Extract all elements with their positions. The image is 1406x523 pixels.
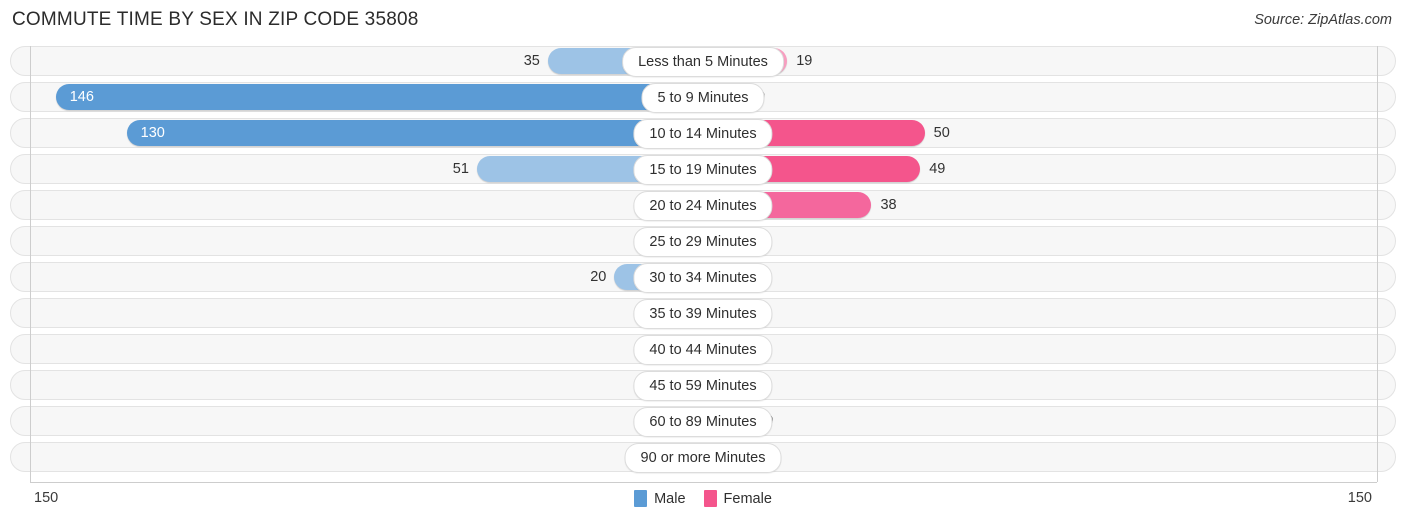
category-label: 25 to 29 Minutes xyxy=(633,227,773,257)
female-value-label: 49 xyxy=(929,161,946,177)
male-value-label: 51 xyxy=(452,161,469,177)
category-label: 35 to 39 Minutes xyxy=(633,299,773,329)
page-title: COMMUTE TIME BY SEX IN ZIP CODE 35808 xyxy=(12,9,419,30)
category-label: Less than 5 Minutes xyxy=(622,47,784,77)
female-value-label: 38 xyxy=(880,197,897,213)
bar-row: 0090 or more Minutes xyxy=(0,442,1406,473)
male-value-label: 130 xyxy=(140,125,165,141)
bar-row: 35 19 Less than 5 Minutes xyxy=(0,46,1406,77)
legend-swatch-male-icon xyxy=(634,490,648,507)
bar-row: 51 49 15 to 19 Minutes xyxy=(0,154,1406,185)
category-label: 40 to 44 Minutes xyxy=(633,335,773,365)
bar-row: 0040 to 44 Minutes xyxy=(0,334,1406,365)
bar-row-list: 35 19 Less than 5 Minutes 14605 to 9 Minute… xyxy=(0,46,1406,478)
category-label: 20 to 24 Minutes xyxy=(633,191,773,221)
male-bar[interactable] xyxy=(55,84,703,110)
bar-row: 14605 to 9 Minutes xyxy=(0,82,1406,113)
chart-header: COMMUTE TIME BY SEX IN ZIP CODE 35808 So… xyxy=(0,0,1406,40)
axis-line-right xyxy=(1377,46,1378,482)
bar-row: 130 50 10 to 14 Minutes xyxy=(0,118,1406,149)
plot-area: 35 19 Less than 5 Minutes 14605 to 9 Minute… xyxy=(0,46,1406,482)
legend-label-male: Male xyxy=(654,490,686,507)
category-label: 5 to 9 Minutes xyxy=(641,83,765,113)
footer-divider xyxy=(30,482,1377,483)
chart-footer: 150 150 Male Female xyxy=(0,482,1406,523)
male-value-label: 35 xyxy=(523,53,540,69)
legend-label-female: Female xyxy=(723,490,772,507)
bar-row: 0045 to 59 Minutes xyxy=(0,370,1406,401)
male-value-label: 20 xyxy=(590,269,607,285)
category-label: 15 to 19 Minutes xyxy=(633,155,773,185)
male-value-label: 146 xyxy=(69,89,94,105)
female-value-label: 19 xyxy=(796,53,813,69)
legend-item-female[interactable]: Female xyxy=(703,490,772,507)
category-label: 10 to 14 Minutes xyxy=(633,119,773,149)
axis-line-left xyxy=(30,46,31,482)
female-value-label: 50 xyxy=(933,125,950,141)
source-attribution: Source: ZipAtlas.com xyxy=(1254,12,1392,28)
category-label: 45 to 59 Minutes xyxy=(633,371,773,401)
bar-row: 5425 to 29 Minutes xyxy=(0,226,1406,257)
bar-row: 73820 to 24 Minutes xyxy=(0,190,1406,221)
bar-row: 20530 to 34 Minutes xyxy=(0,262,1406,293)
bar-row: 01060 to 89 Minutes xyxy=(0,406,1406,437)
category-label: 90 or more Minutes xyxy=(624,443,782,473)
legend: Male Female xyxy=(0,490,1406,507)
male-bar[interactable] xyxy=(126,120,703,146)
bar-row: 0635 to 39 Minutes xyxy=(0,298,1406,329)
legend-item-male[interactable]: Male xyxy=(634,490,686,507)
category-label: 60 to 89 Minutes xyxy=(633,407,773,437)
legend-swatch-female-icon xyxy=(703,490,717,507)
category-label: 30 to 34 Minutes xyxy=(633,263,773,293)
commute-time-chart: COMMUTE TIME BY SEX IN ZIP CODE 35808 So… xyxy=(0,0,1406,523)
